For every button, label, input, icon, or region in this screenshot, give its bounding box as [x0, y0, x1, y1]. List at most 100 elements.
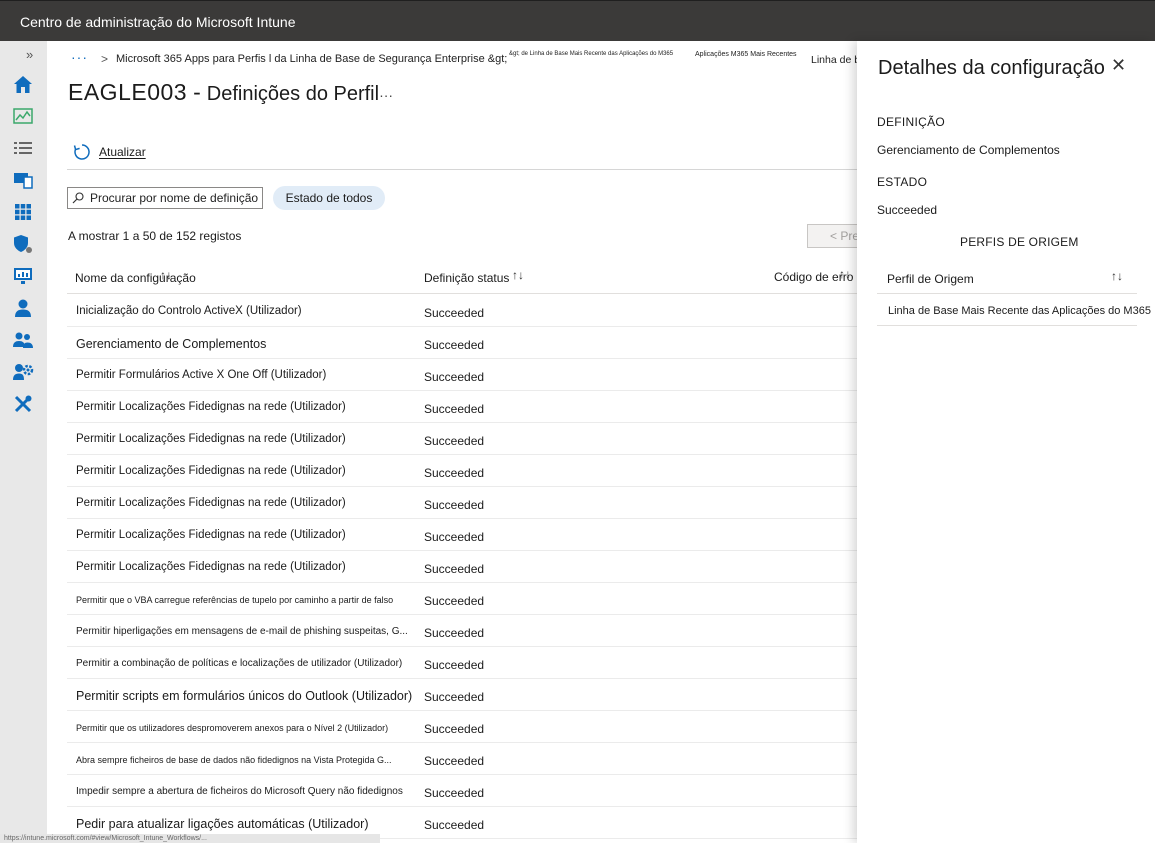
table-row[interactable]: Abra sempre ficheiros de base de dados n…	[67, 743, 857, 775]
setting-status: Succeeded	[424, 434, 485, 448]
users-icon[interactable]	[12, 297, 34, 319]
devices-icon[interactable]	[12, 169, 34, 191]
setting-status: Succeeded	[424, 818, 485, 832]
chevron-right-icon: >	[101, 52, 109, 66]
groups-icon[interactable]	[12, 329, 34, 351]
search-box[interactable]	[67, 187, 263, 209]
refresh-icon	[73, 144, 90, 160]
setting-name: Permitir que os utilizadores despromover…	[76, 723, 389, 733]
source-profile-name: Linha de Base Mais Recente das Aplicaçõe…	[888, 305, 1151, 317]
sort-icon[interactable]: ↑↓	[839, 267, 851, 281]
table-row[interactable]: Permitir que os utilizadores despromover…	[67, 711, 857, 743]
setting-status: Succeeded	[424, 594, 485, 608]
reports-icon[interactable]	[12, 265, 34, 287]
table-row[interactable]: Permitir Localizações Fidedignas na rede…	[67, 519, 857, 551]
close-icon[interactable]: ✕	[1111, 55, 1126, 76]
definition-value: Gerenciamento de Complementos	[877, 143, 1060, 157]
search-icon	[72, 192, 84, 204]
setting-name: Permitir Localizações Fidedignas na rede…	[76, 529, 346, 541]
setting-status: Succeeded	[424, 306, 485, 320]
page-subtitle: Definições do Perfil	[206, 83, 380, 105]
refresh-label: Atualizar	[99, 145, 146, 159]
browser-status-bar: https://intune.microsoft.com/#view/Micro…	[0, 834, 380, 843]
breadcrumb-ellipsis[interactable]: ···	[71, 49, 88, 65]
all-services-icon[interactable]	[12, 137, 34, 159]
setting-name: Permitir que o VBA carregue referências …	[76, 595, 394, 605]
table-row[interactable]: Permitir Localizações Fidedignas na rede…	[67, 455, 857, 487]
setting-status: Succeeded	[424, 466, 485, 480]
state-label: ESTADO	[877, 175, 928, 189]
setting-status: Succeeded	[424, 338, 485, 352]
breadcrumb-item-latest-baseline[interactable]: &gt; de Linha de Base Mais Recente das A…	[509, 51, 673, 57]
state-value: Succeeded	[877, 203, 938, 217]
setting-name: Impedir sempre a abertura de ficheiros d…	[76, 786, 403, 797]
table-row[interactable]: Permitir Localizações Fidedignas na rede…	[67, 391, 857, 423]
setting-name: Inicialização do Controlo ActiveX (Utili…	[76, 305, 302, 317]
source-profiles-header: Perfil de Origem ↑↓	[877, 263, 1137, 294]
table-row[interactable]: Permitir Formulários Active X One Off (U…	[67, 359, 857, 391]
app-title[interactable]: Centro de administração do Microsoft Int…	[20, 14, 295, 30]
record-count: A mostrar 1 a 50 de 152 registos	[68, 229, 242, 243]
sort-icon[interactable]: ↑↓	[1111, 269, 1123, 283]
main-content: ··· > Microsoft 365 Apps para Perfis l d…	[47, 41, 877, 843]
setting-status: Succeeded	[424, 370, 485, 384]
source-profile-row[interactable]: Linha de Base Mais Recente das Aplicaçõe…	[877, 295, 1151, 326]
title-separator: -	[193, 79, 201, 105]
setting-name: Permitir Localizações Fidedignas na rede…	[76, 497, 346, 509]
setting-name: Permitir Localizações Fidedignas na rede…	[76, 433, 346, 445]
table-row[interactable]: Impedir sempre a abertura de ficheiros d…	[67, 775, 857, 807]
setting-name: Permitir Localizações Fidedignas na rede…	[76, 401, 346, 413]
left-nav: »	[0, 41, 47, 843]
home-icon[interactable]	[12, 73, 34, 95]
refresh-button[interactable]: Atualizar	[73, 141, 146, 163]
apps-icon[interactable]	[12, 201, 34, 223]
setting-status: Succeeded	[424, 786, 485, 800]
more-options-icon[interactable]: ···	[379, 87, 393, 103]
troubleshooting-icon[interactable]	[12, 393, 34, 415]
column-header-source-profile[interactable]: Perfil de Origem	[887, 272, 974, 286]
setting-name: Permitir hiperligações em mensagens de e…	[76, 626, 408, 637]
source-profiles-heading: PERFIS DE ORIGEM	[960, 235, 1079, 249]
setting-status: Succeeded	[424, 562, 485, 576]
setting-status: Succeeded	[424, 754, 485, 768]
setting-name: Abra sempre ficheiros de base de dados n…	[76, 755, 392, 765]
top-bar: Centro de administração do Microsoft Int…	[0, 0, 1155, 41]
setting-name: Permitir Localizações Fidedignas na rede…	[76, 465, 346, 477]
table-header: Nome da configuração ↑↓ Definição status…	[67, 263, 857, 294]
toolbar-divider	[67, 169, 857, 170]
definition-label: DEFINIÇÃO	[877, 115, 946, 129]
setting-name: Permitir scripts em formulários únicos d…	[76, 689, 413, 703]
setting-name: Pedir para atualizar ligações automática…	[76, 817, 369, 831]
setting-status: Succeeded	[424, 658, 485, 672]
setting-status: Succeeded	[424, 530, 485, 544]
setting-status: Succeeded	[424, 402, 485, 416]
table-row[interactable]: Permitir Localizações Fidedignas na rede…	[67, 551, 857, 583]
column-header-setting-name[interactable]: Nome da configuração	[75, 271, 196, 285]
tenant-admin-icon[interactable]	[12, 361, 34, 383]
dashboard-icon[interactable]	[12, 105, 34, 127]
sort-icon[interactable]: ↑↓	[512, 268, 524, 282]
breadcrumb-item-m365-apps[interactable]: Aplicações M365 Mais Recentes	[695, 51, 797, 58]
device-name: EAGLE003	[68, 79, 188, 105]
column-header-setting-status[interactable]: Definição status	[424, 271, 509, 285]
table-row[interactable]: Gerenciamento de Complementos Succeeded	[67, 327, 857, 359]
setting-name: Gerenciamento de Complementos	[76, 337, 267, 351]
table-row[interactable]: Permitir hiperligações em mensagens de e…	[67, 615, 857, 647]
table-row[interactable]: Inicialização do Controlo ActiveX (Utili…	[67, 295, 857, 327]
sort-icon[interactable]: ↑↓	[160, 268, 172, 282]
table-row[interactable]: Permitir Localizações Fidedignas na rede…	[67, 423, 857, 455]
table-row[interactable]: Permitir scripts em formulários únicos d…	[67, 679, 857, 711]
setting-details-panel: Detalhes da configuração ✕ DEFINIÇÃO Ger…	[857, 41, 1155, 843]
setting-status: Succeeded	[424, 690, 485, 704]
expand-nav-icon[interactable]: »	[26, 47, 33, 62]
setting-status: Succeeded	[424, 626, 485, 640]
table-row[interactable]: Permitir Localizações Fidedignas na rede…	[67, 487, 857, 519]
breadcrumb-item-baseline-profile[interactable]: Microsoft 365 Apps para Perfis l da Linh…	[116, 53, 507, 65]
page-title: EAGLE003- Definições do Perfil···	[68, 79, 393, 106]
table-row[interactable]: Permitir a combinação de políticas e loc…	[67, 647, 857, 679]
setting-name: Permitir Localizações Fidedignas na rede…	[76, 561, 346, 573]
search-input[interactable]	[90, 191, 260, 205]
status-filter-pill[interactable]: Estado de todos	[273, 186, 385, 210]
table-row[interactable]: Permitir que o VBA carregue referências …	[67, 583, 857, 615]
endpoint-security-icon[interactable]	[12, 233, 34, 255]
